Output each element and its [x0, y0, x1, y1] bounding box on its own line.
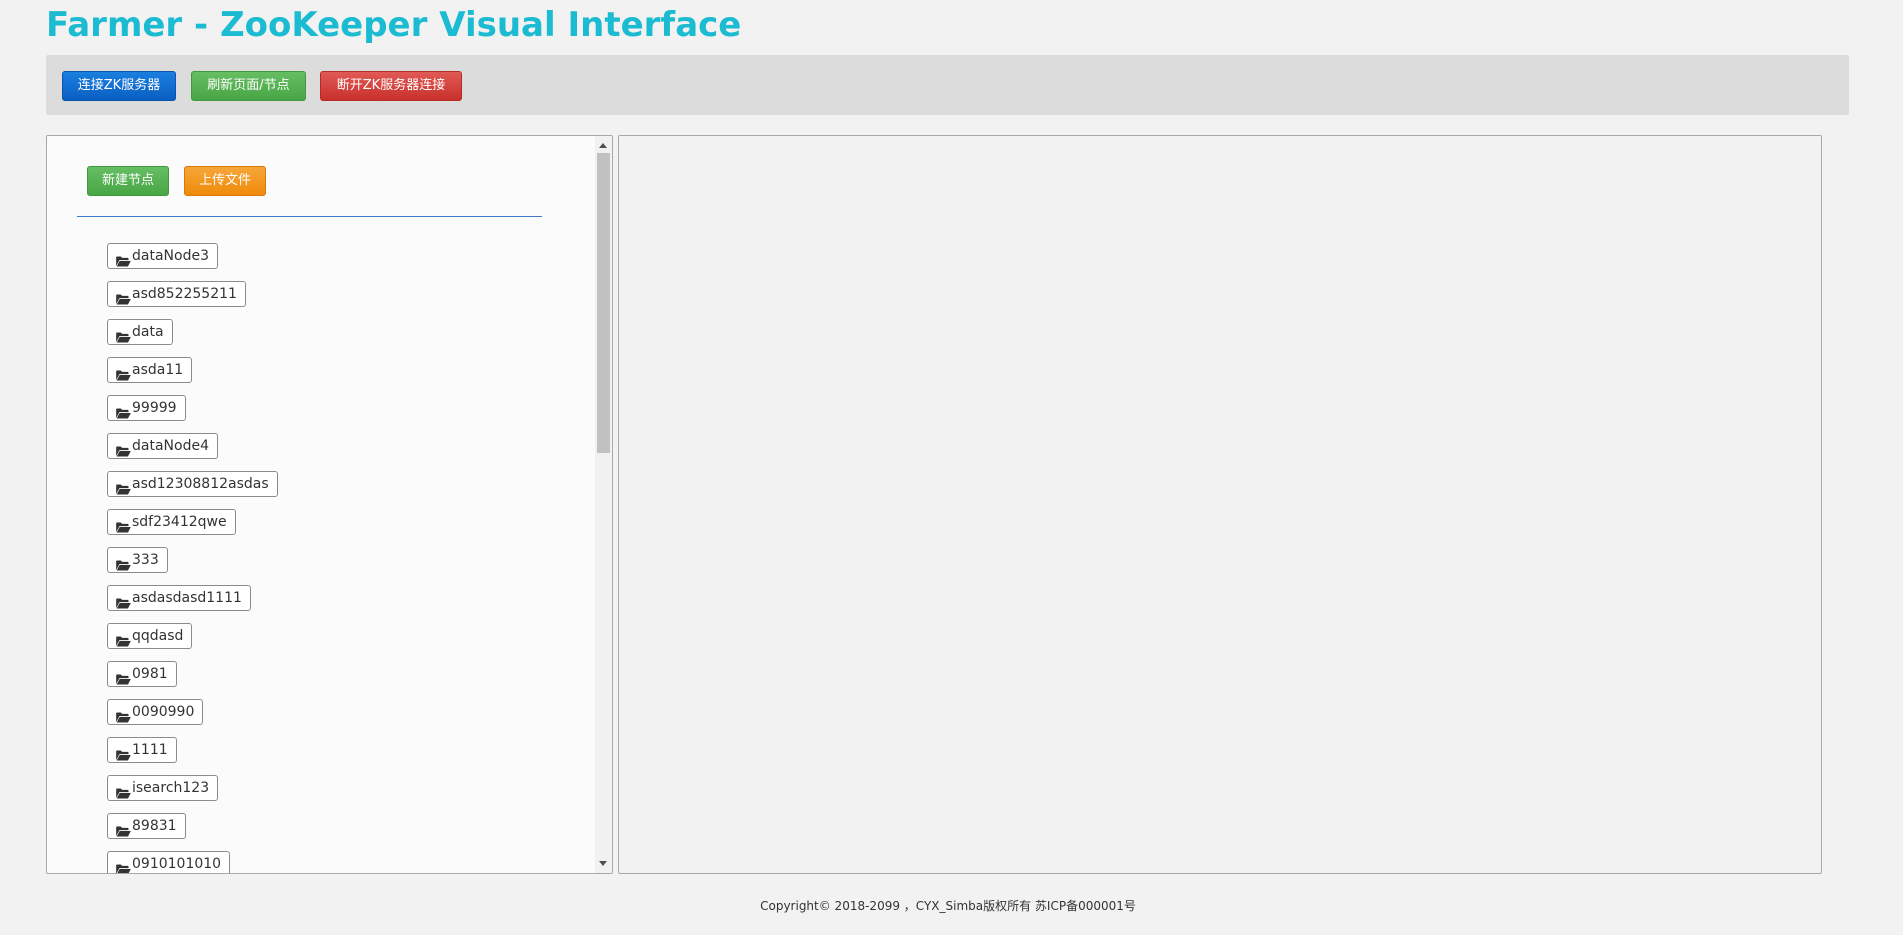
tree-node-label: isearch123	[132, 780, 210, 796]
tree-node-label: dataNode4	[132, 438, 209, 454]
tree-node-label: 0981	[132, 666, 168, 682]
disconnect-zk-button[interactable]: 断开ZK服务器连接	[320, 71, 462, 101]
tree-node-label: asda11	[132, 362, 184, 378]
node-tree-panel: 新建节点 上传文件 dataNode3 asd852255211 data asda1…	[46, 135, 613, 874]
folder-open-icon	[116, 289, 131, 305]
new-node-button[interactable]: 新建节点	[87, 166, 169, 196]
scroll-up-arrow-icon[interactable]	[599, 143, 607, 148]
folder-open-icon	[116, 821, 131, 837]
folder-open-icon	[116, 745, 131, 761]
footer-copyright: Copyright© 2018-2099 ，CYX_Simba版权所有 苏ICP…	[760, 899, 1136, 913]
tree-node-label: qqdasd	[132, 628, 184, 644]
folder-open-icon	[116, 555, 131, 571]
folder-open-icon	[116, 593, 131, 609]
divider	[77, 216, 542, 217]
tree-node[interactable]: asdasdasd1111	[107, 585, 251, 611]
folder-open-icon	[116, 327, 131, 343]
tree-node[interactable]: 99999	[107, 395, 186, 421]
tree-node[interactable]: asd852255211	[107, 281, 246, 307]
folder-open-icon	[116, 631, 131, 647]
tree-node-label: asd852255211	[132, 286, 237, 302]
tree-node[interactable]: asda11	[107, 357, 193, 383]
tree-node-label: asd12308812asdas	[132, 476, 269, 492]
tree-node[interactable]: 333	[107, 547, 168, 573]
folder-open-icon	[116, 859, 131, 873]
tree-node-label: 333	[132, 552, 159, 568]
folder-open-icon	[116, 365, 131, 381]
toolbar: 连接ZK服务器 刷新页面/节点 断开ZK服务器连接	[46, 55, 1849, 115]
tree-node[interactable]: 1111	[107, 737, 177, 763]
tree-node[interactable]: data	[107, 319, 173, 345]
tree-node-label: 0090990	[132, 704, 195, 720]
folder-open-icon	[116, 517, 131, 533]
folder-open-icon	[116, 707, 131, 723]
folder-open-icon	[116, 669, 131, 685]
folder-open-icon	[116, 403, 131, 419]
node-detail-panel	[618, 135, 1822, 874]
tree-node[interactable]: dataNode3	[107, 243, 218, 269]
tree-node[interactable]: dataNode4	[107, 433, 218, 459]
tree-node[interactable]: sdf23412qwe	[107, 509, 236, 535]
scroll-thumb[interactable]	[597, 153, 610, 453]
tree-node[interactable]: 0090990	[107, 699, 204, 725]
tree-node[interactable]: qqdasd	[107, 623, 193, 649]
folder-open-icon	[116, 251, 131, 267]
folder-open-icon	[116, 783, 131, 799]
folder-open-icon	[116, 441, 131, 457]
tree-node-label: dataNode3	[132, 248, 209, 264]
tree-node[interactable]: 89831	[107, 813, 186, 839]
tree-node-label: 1111	[132, 742, 168, 758]
scroll-down-arrow-icon[interactable]	[599, 861, 607, 866]
tree-node-label: 99999	[132, 400, 177, 416]
tree-node[interactable]: asd12308812asdas	[107, 471, 278, 497]
refresh-button[interactable]: 刷新页面/节点	[191, 71, 306, 101]
connect-zk-button[interactable]: 连接ZK服务器	[62, 71, 176, 101]
upload-file-button[interactable]: 上传文件	[184, 166, 266, 196]
tree-node-label: asdasdasd1111	[132, 590, 242, 606]
tree-scrollbar[interactable]	[595, 136, 612, 873]
tree-node[interactable]: 0981	[107, 661, 177, 687]
tree-node-label: sdf23412qwe	[132, 514, 227, 530]
page-title: Farmer - ZooKeeper Visual Interface	[46, 5, 742, 45]
tree-node-label: 89831	[132, 818, 177, 834]
folder-open-icon	[116, 479, 131, 495]
tree-node-label: data	[132, 324, 164, 340]
tree-node-label: 0910101010	[132, 856, 222, 872]
tree-node[interactable]: isearch123	[107, 775, 219, 801]
tree-node[interactable]: 0910101010	[107, 851, 231, 873]
